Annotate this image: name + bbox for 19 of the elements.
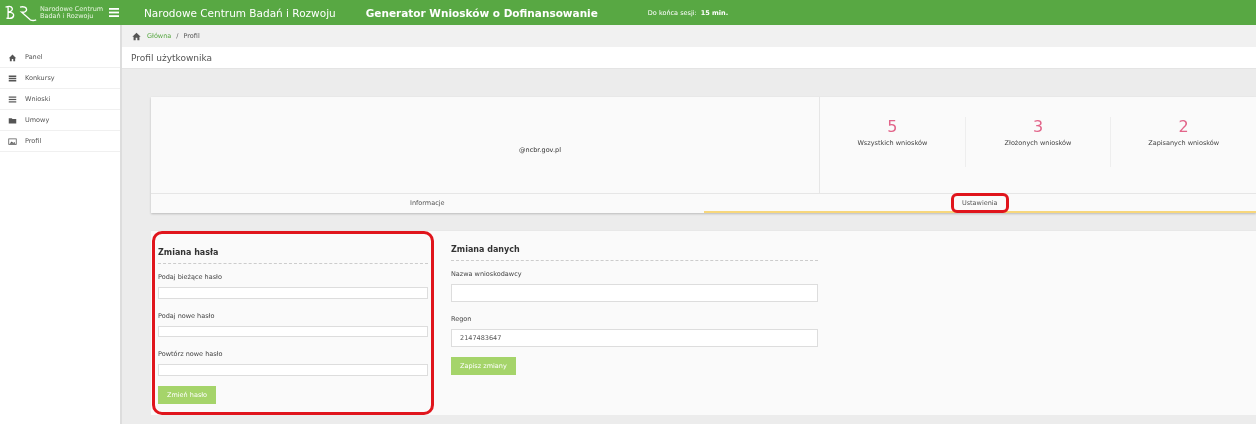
input-field[interactable]: [158, 364, 428, 376]
list-icon: [8, 73, 17, 83]
app-title: Generator Wniosków o Dofinansowanie: [365, 6, 598, 19]
stat-value: 2: [1178, 117, 1189, 136]
input-field[interactable]: [158, 287, 428, 299]
section-title: Zmiana danych: [451, 245, 818, 261]
section-title: Zmiana hasła: [158, 248, 428, 264]
list-icon: [8, 94, 17, 104]
image-icon: [8, 136, 17, 146]
stat-value: 5: [887, 117, 898, 136]
stat-value: 3: [1032, 117, 1044, 136]
folder-icon: [8, 115, 17, 125]
page-title: Profil użytkownika: [122, 47, 1256, 69]
home-icon: [8, 52, 17, 62]
home-icon[interactable]: [131, 31, 142, 41]
institution-name: Narodowe Centrum Badań i Rozwoju: [144, 6, 336, 19]
menu-icon[interactable]: [109, 8, 119, 17]
input-field[interactable]: [158, 325, 428, 338]
input-field[interactable]: [451, 284, 818, 302]
